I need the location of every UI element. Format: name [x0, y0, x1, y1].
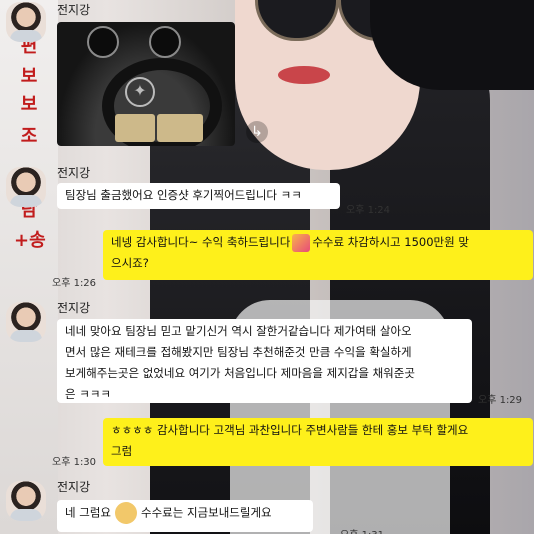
avatar[interactable] [6, 2, 46, 42]
message-text: 그럼 [111, 444, 133, 458]
message-text: 은 ㅋㅋㅋ [65, 387, 111, 401]
party-popper-icon [292, 233, 311, 252]
gauge-icon [149, 26, 181, 58]
message-time: 오후 1:30 [52, 457, 97, 468]
background-lips [278, 66, 330, 84]
message-time: 오후 1:29 [478, 395, 523, 406]
emoticon-icon [114, 502, 137, 524]
message-text: 으시죠? [111, 256, 149, 270]
sign-char: +송 [14, 230, 46, 251]
sender-name: 전지강 [57, 301, 91, 315]
mercedes-logo-icon: ✦ [125, 77, 155, 107]
message-time: 오후 1:24 [346, 205, 391, 216]
message-text: 보게해주는곳은 없었네요 여기가 처음입니다 제마음을 제지갑을 채워준곳 [65, 366, 415, 380]
message-bubble[interactable]: 네네 맞아요 팀장님 믿고 맡기신거 역시 잘한거같습니다 제가여태 살아오 면… [57, 319, 472, 403]
sign-char: 보 [20, 94, 38, 115]
gauge-icon [87, 26, 119, 58]
avatar[interactable] [6, 481, 46, 521]
message-time: 오후 1:31 [340, 526, 384, 534]
message-text: ㅎㅎㅎㅎ 감사합니다 고객님 과찬입니다 주변사람들 한테 홍보 부탁 할게요 [111, 423, 469, 437]
message-time: 오후 1:26 [52, 278, 97, 289]
message-bubble[interactable]: 네넹 감사합니다~ 수익 축하드립니다 수수료 차감하시고 1500만원 맞 으시… [103, 230, 533, 280]
message-text: 네 그럼요 [65, 505, 111, 520]
avatar[interactable] [6, 302, 46, 342]
message-text: 네넹 감사합니다~ 수익 축하드립니다 [111, 235, 291, 249]
cash-bundle [115, 114, 155, 142]
message-bubble[interactable]: ㅎㅎㅎㅎ 감사합니다 고객님 과찬입니다 주변사람들 한테 홍보 부탁 할게요 … [103, 418, 533, 466]
photo-message[interactable]: ✦ [57, 22, 235, 146]
message-text: 면서 많은 재테크를 접해봤지만 팀장님 추천해준것 만큼 수익을 확실하게 [65, 345, 412, 359]
sender-name: 전지강 [57, 166, 91, 180]
message-text: 팀장님 출금했어요 인증샷 후기찍어드립니다 ㅋㅋ [65, 188, 302, 202]
message-text: 수수료는 지금보내드릴게요 [140, 505, 272, 520]
sign-char: 보 [20, 66, 38, 87]
message-text: 네네 맞아요 팀장님 믿고 맡기신거 역시 잘한거같습니다 제가여태 살아오 [65, 324, 412, 338]
cash-bundle [157, 114, 203, 142]
message-bubble[interactable]: 네 그럼요 수수료는 지금보내드릴게요 [57, 500, 313, 532]
chat-screenshot: 편 보 보 조 담 +송 전지강 ✦ ↳ 전지강 팀장님 출금했어요 인증샷 후… [0, 0, 534, 534]
sender-name: 전지강 [57, 3, 91, 17]
message-text: 수수료 차감하시고 1500만원 맞 [312, 235, 469, 249]
background-sign: 편 보 보 조 담 +송 [0, 0, 58, 534]
sign-char: 조 [20, 126, 38, 147]
avatar[interactable] [6, 167, 46, 207]
share-icon[interactable]: ↳ [246, 121, 268, 143]
sender-name: 전지강 [57, 480, 91, 494]
message-bubble[interactable]: 팀장님 출금했어요 인증샷 후기찍어드립니다 ㅋㅋ [57, 183, 340, 209]
